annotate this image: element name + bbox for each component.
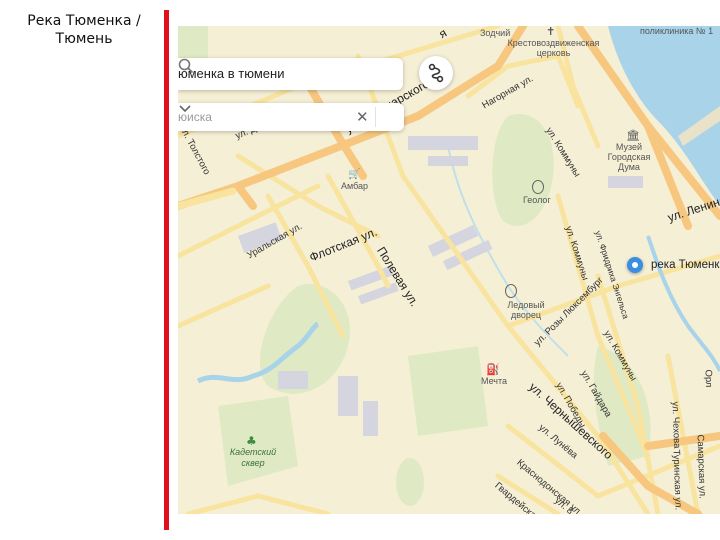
poi-label-zodchiy[interactable]: Зодчий xyxy=(480,28,510,38)
tree-icon: ♣ xyxy=(246,434,257,448)
route-icon xyxy=(428,63,444,83)
route-button[interactable] xyxy=(419,56,453,90)
tyumenka-river-line xyxy=(646,235,720,372)
filter-box[interactable]: юиска ✕ xyxy=(178,103,404,131)
street-label: Орл xyxy=(702,369,715,388)
poi-label-geolog[interactable]: Геолог xyxy=(523,195,551,205)
chevron-down-icon[interactable] xyxy=(178,103,192,115)
street-label: ул. Чехова xyxy=(669,401,683,449)
poi-label-church[interactable]: Крестовоздвиженская церковь xyxy=(506,38,601,58)
shop-cart-icon: 🛒 xyxy=(348,169,361,180)
fuel-icon: ⛽ xyxy=(486,363,500,376)
accent-bar xyxy=(164,10,169,530)
stadium-icon xyxy=(532,180,544,194)
search-box[interactable]: юменка в тюмени xyxy=(178,58,403,90)
poi-label-ambar[interactable]: Амбар xyxy=(341,181,368,191)
poi-label-kadet[interactable]: Кадетский сквер xyxy=(228,447,278,469)
slide-title: Река Тюменка / Тюмень xyxy=(27,13,141,47)
divider xyxy=(375,107,376,127)
target-label[interactable]: река Тюменка xyxy=(651,259,720,271)
street-label: Самарская ул. xyxy=(694,434,708,499)
close-icon[interactable]: ✕ xyxy=(356,108,369,126)
search-icon[interactable] xyxy=(178,58,194,74)
museum-icon: 🏛 xyxy=(626,129,640,142)
street-label: Туринская ул. xyxy=(670,449,684,511)
location-pin-icon[interactable] xyxy=(627,257,643,273)
poi-label-mechta[interactable]: Мечта xyxy=(481,376,507,386)
poi-label-clinic[interactable]: поликлиника № 1 xyxy=(640,26,713,36)
stadium-icon xyxy=(505,284,517,298)
poi-label-ice-palace[interactable]: Ледовый дворец xyxy=(506,300,546,320)
map-view[interactable]: ул. Луначарского Нагорная ул. ул. Толсто… xyxy=(178,26,720,514)
poi-label-museum[interactable]: Музей Городская Дума xyxy=(598,142,660,172)
church-cross-icon: ✝ xyxy=(546,26,556,38)
